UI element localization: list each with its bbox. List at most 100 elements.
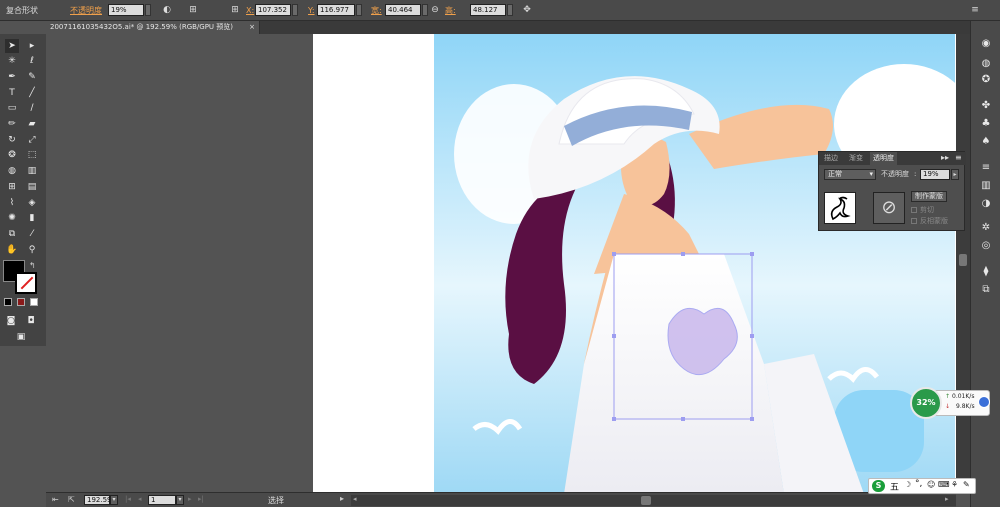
emoji-icon[interactable]: ☺ [927,480,935,489]
opacity-field[interactable]: 19% [108,4,144,16]
eyedropper-tool-icon[interactable]: ⌇ [5,196,19,210]
sogou-logo[interactable]: S [872,480,885,492]
x-label[interactable]: X: [246,0,254,21]
last-artboard-icon[interactable]: ▸| [198,495,204,503]
collapse-panel-icon[interactable]: ▸▸ [941,153,949,162]
panel-options-icon[interactable]: ≡ [955,153,962,162]
hand-tool-icon[interactable]: ✋ [5,243,19,257]
link-proportions-icon[interactable]: ⊖ [428,3,442,17]
horizontal-scrollbar[interactable]: ◂ ▸ [351,495,956,506]
transparency-panel-icon[interactable]: ◑ [978,197,994,211]
make-mask-button[interactable]: 制作蒙版 [911,191,947,202]
magic-wand-tool-icon[interactable]: ✳ [5,54,19,68]
stroke-panel-icon[interactable]: ≡ [978,161,994,175]
vertical-scrollbar[interactable] [956,34,970,492]
y-spinner[interactable] [356,4,362,16]
rotate-tool-icon[interactable]: ↻ [5,133,19,147]
keyboard-icon[interactable]: ⌨ [938,480,950,489]
scroll-right-icon[interactable]: ▸ [945,495,949,503]
transform-icon[interactable]: ✥ [520,3,534,17]
artboard-dropdown-icon[interactable]: ▾ [176,495,184,505]
symbols-panel-icon[interactable]: ♣ [978,117,994,131]
scroll-left-icon[interactable]: ◂ [353,495,357,503]
panel-menu-icon[interactable]: ≡ [968,3,982,17]
color-panel-icon[interactable]: ◍ [978,57,994,71]
draw-mode-icon[interactable]: ◙ [4,314,18,328]
y-label[interactable]: Y: [308,0,315,21]
document-tab[interactable]: 20071161035432O5.ai* @ 192.59% (RGB/GPU … [46,21,260,34]
pen-tool-icon[interactable]: ✒ [5,70,19,84]
transform-panel-icon[interactable]: ◎ [978,239,994,253]
warp-tool-icon[interactable]: ❂ [5,148,19,162]
gradient-mode-icon[interactable] [17,298,25,306]
zoom-tool-icon[interactable]: ⚲ [25,243,39,257]
draw-behind-icon[interactable]: ◘ [24,314,38,328]
tab-stroke[interactable]: 描边 [821,152,841,165]
brushes-panel-icon[interactable]: ✤ [978,99,994,113]
skin-icon[interactable]: ⚘ [951,480,958,489]
line-tool-icon[interactable]: ╱ [25,86,39,100]
artboard-tool-icon[interactable]: ⧉ [5,227,19,241]
layers-panel-icon[interactable]: ⧫ [978,265,994,279]
none-mode-icon[interactable] [30,298,38,306]
screen-mode-icon[interactable]: ▣ [14,330,28,344]
w-label[interactable]: 宽: [371,0,382,21]
mask-placeholder-icon[interactable]: ⊘ [873,192,905,224]
selection-tool-icon[interactable]: ➤ [5,39,19,53]
first-artboard-icon[interactable]: |◂ [125,495,131,503]
color-guide-panel-icon[interactable]: ✪ [978,73,994,87]
artwork-illustration[interactable] [434,34,955,492]
free-transform-tool-icon[interactable]: ⬚ [25,148,39,162]
punctuation-icon[interactable]: °, [915,479,922,489]
panel-opacity-field[interactable]: 19% [920,169,950,180]
artboard-number-field[interactable]: 1 [148,495,176,505]
opacity-slider-arrow[interactable]: ▸ [951,169,959,180]
gradient-panel-icon[interactable]: ▥ [978,179,994,193]
h-field[interactable]: 48.127 [470,4,506,16]
next-artboard-icon[interactable]: ▸ [188,495,192,503]
network-monitor-widget[interactable]: 32% ↑ 0.01K/s ↓ 9.8K/s [910,387,992,419]
rectangle-tool-icon[interactable]: ▭ [5,101,19,115]
perspective-grid-tool-icon[interactable]: ▥ [25,164,39,178]
appearance-panel-icon[interactable]: ◉ [978,37,994,51]
paintbrush-tool-icon[interactable]: ∕ [25,101,39,115]
x-spinner[interactable] [292,4,298,16]
direct-selection-tool-icon[interactable]: ▸ [25,39,39,53]
prev-artboard-icon[interactable]: ◂ [138,495,142,503]
y-field[interactable]: 116.977 [317,4,355,16]
shape-builder-tool-icon[interactable]: ◍ [5,164,19,178]
blend-tool-icon[interactable]: ◈ [25,196,39,210]
tab-gradient[interactable]: 渐变 [846,152,866,165]
symbol-sprayer-tool-icon[interactable]: ✺ [5,211,19,225]
vertical-scroll-thumb[interactable] [959,254,967,266]
type-tool-icon[interactable]: T [5,86,19,100]
swap-colors-icon[interactable]: ↰ [29,261,36,270]
align-panel-icon[interactable]: ✲ [978,221,994,235]
tab-transparency[interactable]: 透明度 [870,152,897,165]
zoom-dropdown-icon[interactable]: ▾ [110,495,118,505]
scale-tool-icon[interactable]: ⤢ [25,133,39,147]
clip-checkbox[interactable] [911,207,917,213]
gradient-tool-icon[interactable]: ▤ [25,180,39,194]
ime-toolbar[interactable]: S 五 ☽ °, ☺ ⌨ ⚘ ✎ [868,478,976,494]
status-menu-icon[interactable]: ▸ [340,494,344,503]
h-spinner[interactable] [507,4,513,16]
column-graph-tool-icon[interactable]: ▮ [25,211,39,225]
zoom-field[interactable]: 192.59 [84,495,112,505]
close-tab-icon[interactable]: × [249,21,255,34]
opacity-link[interactable]: 不透明度 [70,0,102,21]
settings-wrench-icon[interactable]: ✎ [963,480,970,489]
x-field[interactable]: 107.352 [255,4,291,16]
accelerate-icon[interactable] [978,396,990,408]
object-thumbnail[interactable] [824,192,856,224]
w-field[interactable]: 40.464 [385,4,421,16]
opacity-dropdown-arrow[interactable] [145,4,151,16]
half-width-icon[interactable]: ☽ [904,480,911,489]
eraser-tool-icon[interactable]: ▰ [25,117,39,131]
blend-mode-dropdown[interactable]: 正常 ▾ [824,169,876,180]
h-label[interactable]: 高: [445,0,456,21]
align-grid-icon[interactable]: ⊞ [186,3,200,17]
recolor-icon[interactable]: ◐ [160,3,174,17]
horizontal-scroll-thumb[interactable] [641,496,651,505]
reference-point-icon[interactable]: ⊞ [228,3,242,17]
